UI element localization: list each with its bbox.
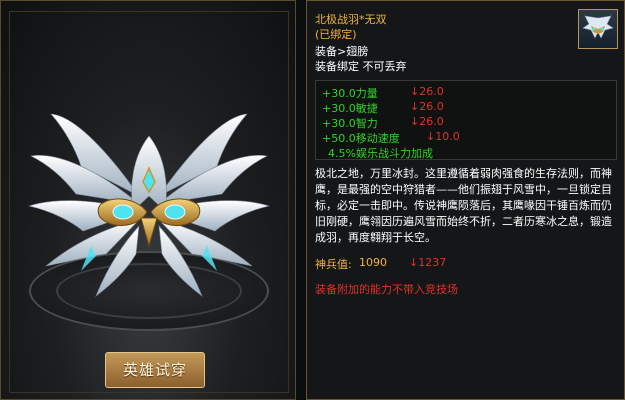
bound-status: (已绑定)	[315, 28, 357, 41]
bind-rule: 装备绑定 不可丢弃	[315, 60, 407, 73]
divine-diff: ↓1237	[409, 256, 447, 269]
stat-intellect: +30.0智力	[322, 117, 378, 130]
stat-agility-diff: ↓26.0	[410, 100, 444, 113]
stat-agility: +30.0敏捷	[322, 102, 378, 115]
stat-strength-diff: ↓26.0	[410, 85, 444, 98]
stat-move-speed-diff: ↓10.0	[426, 130, 460, 143]
wings-model[interactable]	[21, 96, 277, 306]
item-slot: 装备>翅膀	[315, 45, 369, 58]
stat-move-speed: +50.0移动速度	[322, 132, 400, 145]
divine-value: 1090	[359, 256, 387, 269]
divine-label: 神兵值:	[315, 258, 352, 271]
preview-panel: 英雄试穿	[0, 0, 296, 400]
set-bonus: 4.5%娱乐战斗力加成	[328, 147, 433, 160]
arena-note: 装备附加的能力不带入竞技场	[315, 283, 458, 296]
stat-strength: +30.0力量	[322, 87, 378, 100]
item-name: 北极战羽*无双	[315, 13, 387, 26]
wings-icon	[578, 9, 618, 49]
try-on-button[interactable]: 英雄试穿	[105, 352, 205, 388]
stat-intellect-diff: ↓26.0	[410, 115, 444, 128]
stats-box: +30.0力量 ↓26.0 +30.0敏捷 ↓26.0 +30.0智力 ↓26.…	[315, 80, 617, 160]
item-tooltip: 北极战羽*无双 (已绑定) 装备>翅膀 装备绑定 不可丢弃 +30.0力量 ↓2…	[306, 0, 625, 400]
center-crest	[131, 135, 167, 212]
item-description: 极北之地，万里冰封。这里遵循着弱肉强食的生存法则，而神鹰，是最强的空中狩猎者——…	[315, 167, 612, 244]
